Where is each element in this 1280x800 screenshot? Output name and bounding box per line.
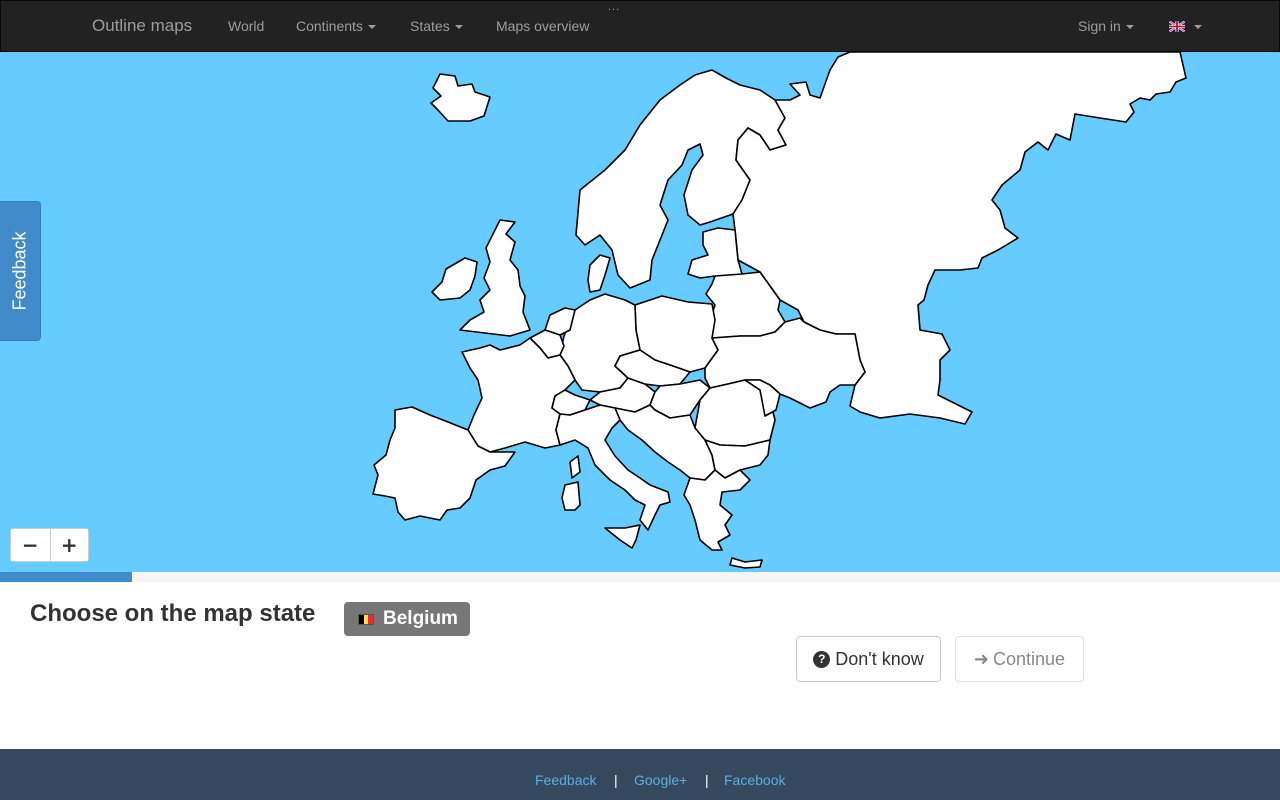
country-ireland[interactable] [431,257,478,301]
nav-maps-overview[interactable]: Maps overview [496,18,589,34]
top-navbar: Outline maps World Continents States Map… [0,0,1280,52]
footer-feedback-link[interactable]: Feedback [535,772,596,788]
nav-states[interactable]: States [410,18,463,34]
zoom-in-button[interactable]: + [49,529,88,561]
caret-down-icon [1125,25,1134,30]
caret-down-icon [454,25,463,30]
quiz-progress-bar [0,572,1280,582]
country-sicily[interactable] [604,524,641,549]
question-circle-icon: ? [813,650,831,668]
target-state-name: Belgium [383,608,458,629]
dont-know-label: Don't know [835,648,924,669]
country-denmark[interactable] [587,254,611,293]
dont-know-button[interactable]: ? Don't know [796,636,941,682]
country-greece[interactable] [683,469,751,551]
quiz-prompt: Choose on the map state [30,600,316,627]
caret-down-icon [367,25,376,30]
footer: Feedback | Google+ | Facebook [0,749,1280,800]
language-dropdown[interactable] [1169,18,1202,34]
footer-facebook-link[interactable]: Facebook [724,772,785,788]
arrow-right-icon: ➜ [973,648,990,669]
caret-down-icon [1194,25,1202,30]
nav-continents[interactable]: Continents [296,18,376,34]
europe-outline-map[interactable] [0,52,1280,572]
nav-sign-in[interactable]: Sign in [1078,18,1134,34]
nav-states-label: States [410,18,450,34]
country-sardinia[interactable] [561,481,581,511]
country-iceland[interactable] [430,73,491,122]
feedback-tab-label: Feedback [9,231,30,311]
quiz-progress-fill [0,572,132,582]
footer-separator: | [614,772,618,788]
feedback-side-tab[interactable]: Feedback [0,201,41,341]
continue-button[interactable]: ➜ Continue [955,636,1084,682]
zoom-out-button[interactable]: − [11,529,50,561]
nav-overflow-dots[interactable]: ... [608,1,620,13]
footer-googleplus-link[interactable]: Google+ [634,772,687,788]
footer-separator: | [705,772,709,788]
brand-link[interactable]: Outline maps [92,16,192,36]
uk-flag-icon [1169,21,1185,32]
target-state-badge: Belgium [344,602,470,636]
europe-map[interactable]: − + [0,52,1280,572]
country-crete[interactable] [729,557,763,569]
country-corsica[interactable] [569,455,581,479]
sign-in-label: Sign in [1078,18,1121,34]
belgium-flag-icon [358,613,374,625]
nav-continents-label: Continents [296,18,363,34]
nav-world[interactable]: World [228,18,264,34]
zoom-control: − + [10,528,89,562]
continue-label: Continue [993,648,1066,669]
